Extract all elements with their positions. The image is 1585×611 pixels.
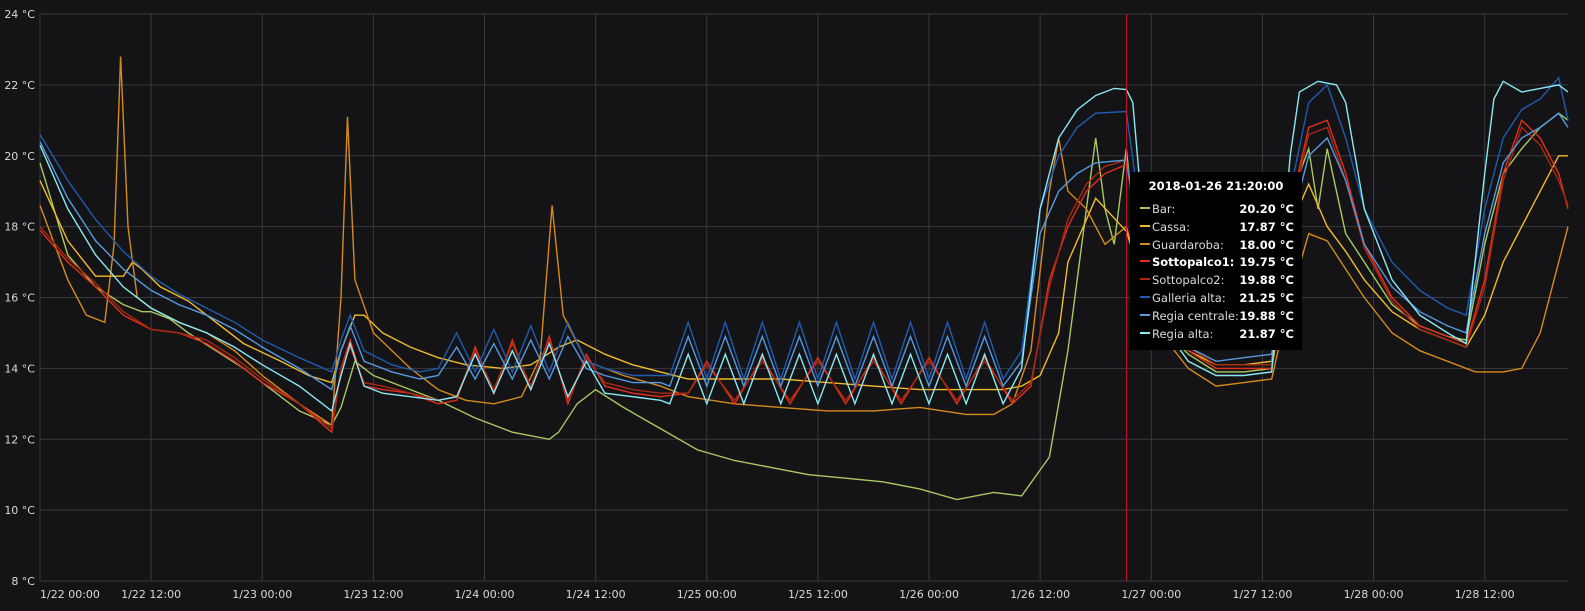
tooltip-row: Sottopalco1: 19.75 °C	[1130, 253, 1302, 271]
series-line-guardaroba[interactable]	[39, 56, 1569, 427]
y-tick-label: 22 °C	[4, 79, 35, 92]
x-tick-label: 1/27 00:00	[1121, 588, 1181, 601]
tooltip-series-value: 21.87 °C	[1239, 326, 1294, 341]
tooltip-series-swatch	[1140, 313, 1150, 316]
tooltip-row: Cassa: 17.87 °C	[1130, 218, 1302, 236]
x-axis: 1/22 00:00 1/22 12:00 1/23 00:00 1/23 12:00…	[40, 588, 1515, 601]
tooltip-series-value: 19.88 °C	[1239, 308, 1294, 323]
tooltip-row: Regia centrale: 19.88 °C	[1130, 307, 1302, 325]
tooltip-series-value: 19.88 °C	[1239, 273, 1294, 288]
series-line-sottopalco1[interactable]	[39, 119, 1569, 434]
tooltip-series-name: Guardaroba:	[1152, 237, 1224, 252]
tooltip-series-value: 18.00 °C	[1239, 237, 1294, 252]
tooltip-series-swatch	[1140, 224, 1150, 227]
y-tick-label: 20 °C	[4, 150, 35, 163]
x-tick-label: 1/25 00:00	[677, 588, 737, 601]
tooltip-series-name: Cassa:	[1152, 219, 1190, 234]
tooltip-row: Guardaroba: 18.00 °C	[1130, 236, 1302, 254]
x-tick-label: 1/24 12:00	[566, 588, 626, 601]
y-tick-label: 8 °C	[11, 575, 35, 588]
tooltip-series-swatch	[1140, 207, 1150, 209]
tooltip-series-swatch	[1140, 242, 1150, 245]
x-tick-label: 1/22 12:00	[121, 588, 181, 601]
tooltip-series-name: Regia alta:	[1152, 326, 1214, 341]
tooltip-series-value: 17.87 °C	[1239, 219, 1294, 234]
tooltip-series-name: Bar:	[1152, 202, 1176, 216]
series-line-bar[interactable]	[39, 112, 1569, 501]
tooltip-series-swatch	[1140, 260, 1150, 263]
tooltip-series-swatch	[1140, 331, 1150, 334]
tooltip-series-name: Galleria alta:	[1152, 290, 1226, 305]
y-tick-label: 14 °C	[4, 362, 35, 375]
tooltip-series-name: Sottopalco1:	[1152, 255, 1235, 270]
x-tick-label: 1/25 12:00	[788, 588, 848, 601]
tooltip-series-value: 19.75 °C	[1239, 255, 1294, 270]
x-tick-label: 1/23 12:00	[343, 588, 403, 601]
y-tick-label: 12 °C	[4, 433, 35, 446]
temperature-chart[interactable]: 24 °C 22 °C 20 °C 18 °C 16 °C 14 °C 12 °C 10 °C…	[0, 0, 1585, 611]
x-tick-label: 1/26 12:00	[1010, 588, 1070, 601]
x-tick-label: 1/26 00:00	[899, 588, 959, 601]
grid	[39, 13, 1568, 582]
series-line-regia-alta[interactable]	[39, 80, 1569, 413]
y-axis: 24 °C 22 °C 20 °C 18 °C 16 °C 14 °C 12 °C 10 °C…	[4, 8, 35, 588]
x-tick-label: 1/22 00:00	[40, 588, 100, 601]
y-tick-label: 24 °C	[4, 8, 35, 21]
tooltip-row: Regia alta: 21.87 °C	[1130, 325, 1302, 343]
x-tick-label: 1/27 12:00	[1232, 588, 1292, 601]
tooltip-series-swatch	[1140, 278, 1150, 281]
tooltip-series-name: Regia centrale:	[1152, 308, 1239, 323]
x-tick-label: 1/28 12:00	[1455, 588, 1515, 601]
series-line-cassa[interactable]	[39, 155, 1568, 391]
y-tick-label: 18 °C	[4, 221, 35, 234]
x-tick-label: 1/28 00:00	[1344, 588, 1404, 601]
tooltip-timestamp: 2018-01-26 21:20:00	[1148, 179, 1284, 193]
y-tick-label: 16 °C	[4, 292, 35, 305]
tooltip-series-value: 20.20 °C	[1239, 202, 1294, 216]
tooltip-row: Bar: 20.20 °C	[1130, 200, 1302, 218]
tooltip-series-swatch	[1140, 295, 1150, 298]
tooltip-row: Galleria alta: 21.25 °C	[1130, 289, 1302, 307]
y-tick-label: 10 °C	[4, 504, 35, 517]
series-line-sottopalco2[interactable]	[39, 126, 1569, 430]
x-tick-label: 1/23 00:00	[232, 588, 292, 601]
tooltip-row: Sottopalco2: 19.88 °C	[1130, 271, 1302, 289]
series-lines[interactable]	[39, 56, 1569, 501]
hover-tooltip: 2018-01-26 21:20:00 Bar: 20.20 °C Cassa: 17…	[1130, 172, 1302, 350]
tooltip-series-name: Sottopalco2:	[1152, 273, 1225, 288]
series-line-galleria-alta[interactable]	[39, 76, 1569, 382]
x-tick-label: 1/24 00:00	[455, 588, 515, 601]
tooltip-series-value: 21.25 °C	[1239, 290, 1294, 305]
